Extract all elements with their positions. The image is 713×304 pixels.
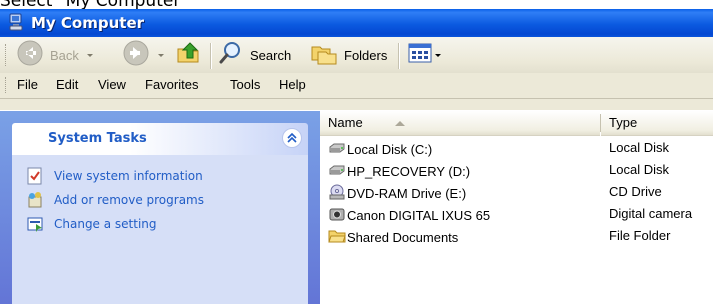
system-tasks-list: View system information Add or remove pr…	[12, 155, 308, 304]
up-folder-icon	[176, 40, 202, 70]
file-list: Name Type Local Disk (C:) Local Disk HP_…	[320, 111, 713, 304]
toolbar-area: Back Search Folders File Edit View Favor…	[0, 37, 713, 110]
file-type: File Folder	[609, 228, 671, 243]
toolbar-grip[interactable]	[5, 44, 9, 66]
forward-dropdown-icon[interactable]	[158, 53, 164, 57]
views-icon	[407, 41, 433, 69]
file-name: Canon DIGITAL IXUS 65	[347, 208, 491, 223]
sort-ascending-icon	[395, 121, 405, 126]
column-header-type[interactable]: Type	[601, 111, 713, 136]
forward-arrow-icon	[122, 39, 150, 71]
table-row[interactable]: Canon DIGITAL IXUS 65 Digital camera	[320, 203, 713, 225]
file-type: Digital camera	[609, 206, 693, 221]
back-label: Back	[50, 47, 79, 63]
views-dropdown-icon[interactable]	[435, 53, 441, 57]
standard-buttons-bar: Back Search Folders	[0, 37, 713, 74]
column-type-label: Type	[609, 115, 638, 130]
toolbar-separator	[210, 43, 212, 69]
table-row[interactable]: Local Disk (C:) Local Disk	[320, 137, 713, 159]
collapse-chevron-icon[interactable]	[282, 128, 302, 148]
menu-help[interactable]: Help	[279, 77, 306, 92]
forward-button[interactable]	[122, 39, 164, 71]
search-label: Search	[250, 47, 292, 63]
camera-icon	[328, 206, 347, 225]
column-name-label: Name	[328, 115, 363, 130]
window-title: My Computer	[31, 14, 145, 32]
file-type: Local Disk	[609, 162, 669, 177]
system-tasks-header[interactable]: System Tasks	[12, 123, 308, 155]
menubar-grip[interactable]	[5, 77, 9, 93]
system-info-icon	[26, 167, 44, 185]
add-remove-programs-icon	[26, 191, 44, 209]
table-row[interactable]: Shared Documents File Folder	[320, 225, 713, 247]
instruction-caption: Select "My Computer"	[0, 0, 189, 11]
menu-bar: File Edit View Favorites Tools Help	[0, 73, 713, 99]
my-computer-icon	[8, 13, 24, 31]
menu-tools[interactable]: Tools	[230, 77, 260, 92]
back-arrow-icon	[16, 39, 44, 71]
task-label: Change a setting	[54, 217, 157, 231]
task-label: View system information	[54, 169, 203, 183]
dvd-drive-icon	[328, 184, 347, 203]
menu-edit[interactable]: Edit	[56, 77, 78, 92]
folders-label: Folders	[344, 47, 388, 63]
folders-button[interactable]: Folders	[310, 39, 387, 71]
hard-drive-icon	[328, 162, 347, 181]
back-dropdown-icon[interactable]	[86, 53, 93, 57]
title-bar[interactable]: My Computer	[0, 9, 713, 37]
views-button[interactable]	[407, 39, 441, 71]
explorer-content: System Tasks View system information Add…	[0, 111, 713, 304]
file-type: CD Drive	[609, 184, 662, 199]
table-row[interactable]: DVD-RAM Drive (E:) CD Drive	[320, 181, 713, 203]
system-tasks-title: System Tasks	[48, 131, 147, 146]
menu-favorites[interactable]: Favorites	[145, 77, 198, 92]
menu-file[interactable]: File	[17, 77, 38, 92]
menu-view[interactable]: View	[98, 77, 126, 92]
search-icon	[218, 40, 244, 70]
file-name: DVD-RAM Drive (E:)	[347, 186, 467, 201]
task-add-remove-programs[interactable]: Add or remove programs	[26, 190, 204, 210]
task-label: Add or remove programs	[54, 193, 204, 207]
toolbar-separator	[398, 43, 400, 69]
task-pane: System Tasks View system information Add…	[0, 111, 320, 304]
folder-icon	[328, 228, 347, 247]
control-panel-icon	[26, 215, 44, 233]
task-view-system-information[interactable]: View system information	[26, 166, 203, 186]
column-header-name[interactable]: Name	[320, 111, 600, 136]
task-change-a-setting[interactable]: Change a setting	[26, 214, 157, 234]
folders-icon	[310, 40, 338, 70]
hard-drive-icon	[328, 140, 347, 159]
file-type: Local Disk	[609, 140, 669, 155]
search-button[interactable]: Search	[218, 39, 291, 71]
up-folder-button[interactable]	[176, 39, 202, 71]
table-row[interactable]: HP_RECOVERY (D:) Local Disk	[320, 159, 713, 181]
file-name: Local Disk (C:)	[347, 142, 433, 157]
back-button[interactable]: Back	[16, 39, 93, 71]
file-name: Shared Documents	[347, 230, 459, 245]
file-name: HP_RECOVERY (D:)	[347, 164, 471, 179]
